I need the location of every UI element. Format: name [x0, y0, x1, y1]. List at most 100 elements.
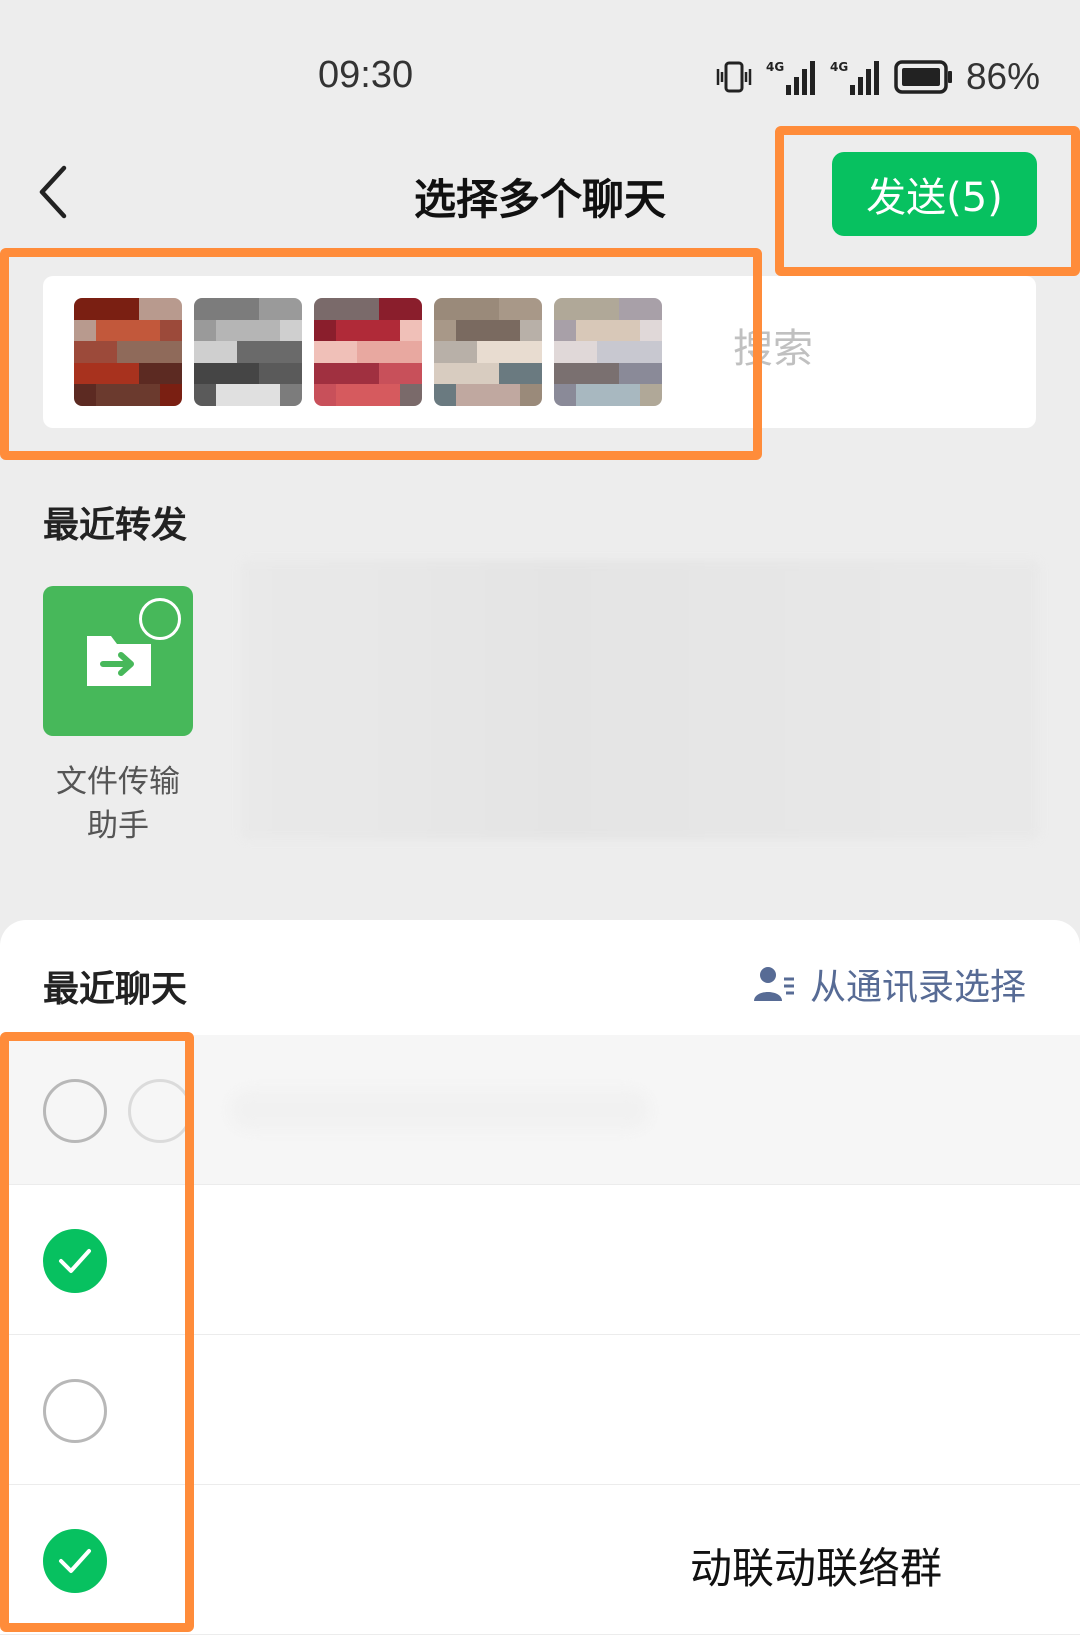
signal-icon: 4G [766, 60, 815, 95]
avatar-mosaic-cell [160, 384, 182, 406]
avatar-mosaic-cell [357, 319, 379, 342]
avatar-mosaic-cell [378, 341, 401, 363]
selected-avatar[interactable] [554, 298, 662, 406]
avatar-mosaic-cell [215, 341, 238, 363]
folder-arrow-icon [87, 636, 151, 686]
avatar-mosaic-cell [597, 341, 619, 363]
chat-radio[interactable] [43, 1379, 107, 1443]
chat-row[interactable]: 动联动联络群 [0, 1485, 1080, 1635]
avatar-mosaic-cell [215, 319, 238, 342]
chat-row[interactable] [0, 1335, 1080, 1485]
avatar-mosaic-cell [215, 362, 238, 385]
chat-row[interactable] [0, 1185, 1080, 1335]
send-button[interactable]: 发送(5) [832, 152, 1037, 236]
file-transfer-label: 文件传输助手 [56, 764, 180, 844]
chat-radio[interactable] [43, 1079, 107, 1143]
avatar-mosaic-cell [434, 298, 456, 320]
avatar-mosaic-cell [160, 362, 182, 385]
blurred-chat-name [230, 1090, 650, 1130]
avatar-mosaic-cell [477, 341, 499, 363]
selected-avatar[interactable] [314, 298, 422, 406]
avatar-mosaic-cell [498, 384, 521, 406]
avatar-mosaic-cell [477, 384, 499, 406]
avatar-mosaic-cell [618, 384, 641, 406]
avatar-mosaic-cell [237, 319, 259, 342]
avatar-mosaic-cell [477, 319, 499, 342]
battery-icon [894, 60, 952, 94]
avatar-mosaic-cell [400, 298, 422, 320]
avatar-mosaic-cell [95, 319, 118, 342]
avatar-mosaic-cell [138, 298, 161, 320]
avatar-mosaic-cell [618, 298, 641, 320]
avatar-mosaic-cell [378, 319, 401, 342]
chat-radio-checked[interactable] [43, 1229, 107, 1293]
avatar-mosaic-cell [74, 362, 96, 385]
avatar-mosaic-cell [618, 319, 641, 342]
avatar-mosaic-cell [520, 384, 542, 406]
avatar-mosaic-cell [95, 341, 118, 363]
status-icons: 4G 4G 86% [714, 52, 1040, 102]
file-transfer-assistant[interactable]: 文件传输助手 [43, 586, 193, 848]
avatar-mosaic-cell [258, 341, 281, 363]
select-from-contacts-link[interactable]: 从通讯录选择 [753, 958, 1026, 1010]
avatar-mosaic-cell [237, 341, 259, 363]
avatar-mosaic-cell [194, 362, 216, 385]
avatar-mosaic-cell [618, 341, 641, 363]
avatar-mosaic-cell [498, 298, 521, 320]
blurred-forward-area [240, 560, 1040, 840]
avatar-mosaic-cell [477, 298, 499, 320]
avatar-mosaic-cell [597, 319, 619, 342]
avatar-mosaic-cell [554, 319, 576, 342]
recent-chats-title: 最近聊天 [43, 969, 188, 1010]
avatar-mosaic-cell [335, 362, 358, 385]
avatar-mosaic-cell [477, 362, 499, 385]
chat-row[interactable] [0, 1035, 1080, 1185]
avatar-mosaic-cell [95, 298, 118, 320]
avatar-mosaic-cell [314, 298, 336, 320]
avatar-mosaic-cell [575, 341, 598, 363]
selected-contacts-bar[interactable]: 搜索 [43, 276, 1036, 428]
chat-radio-checked[interactable] [43, 1529, 107, 1593]
avatar-mosaic-cell [520, 319, 542, 342]
avatar-mosaic-cell [335, 341, 358, 363]
avatar-mosaic-cell [520, 341, 542, 363]
avatar-mosaic-cell [357, 384, 379, 406]
avatar-mosaic-cell [194, 298, 216, 320]
checkmark-icon [59, 1249, 91, 1273]
selected-avatar[interactable] [194, 298, 302, 406]
avatar-mosaic-cell [280, 362, 302, 385]
avatar-mosaic-cell [280, 319, 302, 342]
avatar-mosaic-cell [138, 341, 161, 363]
selected-avatar[interactable] [74, 298, 182, 406]
avatar-mosaic-cell [640, 319, 662, 342]
file-transfer-tile[interactable] [43, 586, 193, 736]
avatar-mosaic-cell [74, 341, 96, 363]
avatar-mosaic-cell [237, 362, 259, 385]
avatar-mosaic-cell [400, 384, 422, 406]
avatar-mosaic-cell [455, 319, 478, 342]
avatar-mosaic-cell [258, 384, 281, 406]
avatar-mosaic-cell [160, 298, 182, 320]
avatar-mosaic-cell [280, 298, 302, 320]
avatar-mosaic-cell [314, 319, 336, 342]
avatar-mosaic-cell [74, 384, 96, 406]
avatar-mosaic-cell [597, 384, 619, 406]
avatar-mosaic-cell [194, 319, 216, 342]
avatar-mosaic-cell [618, 362, 641, 385]
avatar-mosaic-cell [575, 298, 598, 320]
avatar-mosaic-cell [357, 298, 379, 320]
avatar-mosaic-cell [498, 362, 521, 385]
avatar-mosaic-cell [314, 362, 336, 385]
selected-avatar[interactable] [434, 298, 542, 406]
avatar-mosaic-cell [498, 319, 521, 342]
avatar-mosaic-cell [434, 341, 456, 363]
avatar-mosaic-cell [258, 319, 281, 342]
signal-label-2: 4G [830, 60, 848, 74]
avatar-mosaic-cell [400, 341, 422, 363]
avatar-mosaic-cell [335, 298, 358, 320]
avatar-mosaic-cell [640, 341, 662, 363]
avatar-mosaic-cell [400, 362, 422, 385]
recent-forward-title: 最近转发 [43, 505, 188, 546]
search-input[interactable]: 搜索 [733, 316, 813, 374]
file-transfer-radio[interactable] [139, 598, 181, 640]
